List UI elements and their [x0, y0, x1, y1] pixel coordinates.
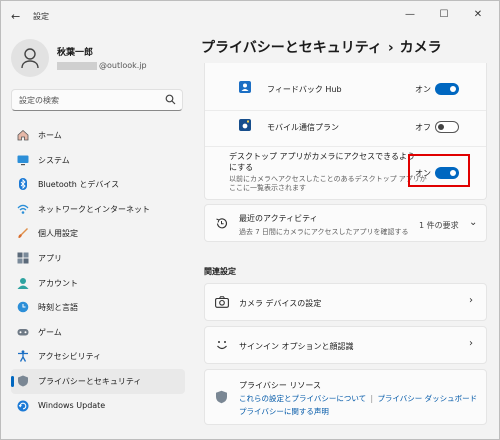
sidebar-item-label: アプリ	[38, 253, 62, 263]
mobile-plans-camera-toggle[interactable]	[435, 121, 459, 133]
sidebar-item-label: ホーム	[38, 131, 62, 140]
breadcrumb-parent[interactable]: プライバシーとセキュリティ	[201, 40, 382, 56]
sidebar-item-home[interactable]: ホーム	[11, 123, 185, 148]
privacy-dashboard-link[interactable]: プライバシー ダッシュボード	[377, 394, 477, 403]
chevron-right-icon: ›	[469, 295, 473, 306]
accessibility-icon	[18, 350, 28, 363]
bluetooth-icon	[19, 178, 27, 191]
update-icon	[17, 400, 29, 412]
app-name: フィードバック Hub	[267, 85, 342, 94]
email-redaction	[57, 61, 97, 70]
sidebar-item-label: アカウント	[38, 278, 78, 288]
home-icon	[17, 129, 29, 141]
user-email: @outlook.jp	[57, 61, 147, 70]
privacy-statement-link[interactable]: プライバシーに関する声明	[239, 407, 329, 416]
breadcrumb-separator: ›	[387, 40, 394, 56]
sidebar-item-label: ネットワークとインターネット	[38, 204, 150, 214]
toggle-state-label: オフ	[415, 123, 431, 132]
minimize-icon[interactable]: —	[395, 5, 425, 25]
recent-activity-title: 最近のアクティビティ	[239, 214, 318, 223]
feedback-hub-icon	[239, 81, 251, 93]
shield-icon	[18, 375, 28, 387]
sidebar-item-label: Windows Update	[38, 400, 106, 410]
app-row-mobile-plans: モバイル通信プラン オフ	[205, 113, 486, 143]
sidebar-item-label: プライバシーとセキュリティ	[38, 376, 142, 386]
page-title: カメラ	[399, 40, 442, 56]
link-separator: |	[370, 394, 374, 403]
user-name: 秋葉一郎	[57, 48, 94, 58]
highlight-box	[408, 154, 470, 187]
sidebar-item-accessibility[interactable]: アクセシビリティ	[11, 344, 185, 369]
close-icon[interactable]: ✕	[463, 5, 493, 25]
apps-icon	[17, 252, 29, 264]
privacy-links-line-1: これらの設定とプライバシーについて | プライバシー ダッシュボード	[239, 393, 477, 404]
divider	[205, 146, 486, 147]
person-icon	[21, 48, 39, 69]
sidebar-item-label: アクセシビリティ	[38, 352, 102, 362]
privacy-resources-title: プライバシー リソース	[239, 381, 321, 390]
sidebar-item-apps[interactable]: アプリ	[11, 246, 185, 271]
sidebar-item-label: 時刻と言語	[38, 303, 78, 313]
desktop-access-title: デスクトップ アプリがカメラにアクセスできるようにする	[229, 152, 415, 172]
related-settings-heading: 関連設定	[204, 267, 236, 276]
privacy-links-line-2: プライバシーに関する声明	[239, 406, 329, 417]
privacy-resources-card: プライバシー リソース これらの設定とプライバシーについて | プライバシー ダ…	[204, 369, 487, 425]
time-language-icon	[17, 301, 29, 313]
breadcrumb: プライバシーとセキュリティ › カメラ	[201, 37, 442, 57]
shield-outline-icon	[216, 390, 227, 404]
brush-icon	[18, 228, 28, 239]
sidebar-item-label: 個人用設定	[38, 229, 78, 239]
app-row-feedback-hub: フィードバック Hub オン	[205, 75, 486, 105]
search-placeholder: 設定の検索	[19, 96, 59, 105]
camera-icon	[215, 296, 229, 308]
sidebar-item-label: システム	[38, 155, 70, 165]
avatar	[11, 39, 49, 77]
sidebar-item-gaming[interactable]: ゲーム	[11, 320, 185, 345]
sidebar-item-windows-update[interactable]: Windows Update	[11, 394, 185, 419]
related-item-label: サインイン オプションと顔認識	[239, 342, 354, 351]
chevron-down-icon[interactable]: ⌄	[469, 217, 477, 228]
recent-activity-card[interactable]: 最近のアクティビティ 過去 7 日間にカメラにアクセスしたアプリを確認する 1 …	[204, 204, 487, 242]
network-icon	[17, 204, 29, 214]
window-title: 設定	[33, 12, 49, 21]
gaming-icon	[17, 328, 29, 336]
privacy-settings-link[interactable]: これらの設定とプライバシーについて	[239, 394, 366, 403]
sidebar-item-personalization[interactable]: 個人用設定	[11, 221, 185, 246]
feedback-hub-camera-toggle[interactable]	[435, 83, 459, 95]
sidebar-item-label: ゲーム	[38, 327, 62, 337]
history-icon	[216, 218, 228, 229]
sidebar-item-label: Bluetooth とデバイス	[38, 180, 120, 190]
request-count: 1 件の要求	[419, 221, 459, 230]
recent-activity-description: 過去 7 日間にカメラにアクセスしたアプリを確認する	[239, 228, 409, 236]
camera-device-settings-link[interactable]: カメラ デバイスの設定 ›	[204, 283, 487, 321]
sidebar-nav: ホーム システム Bluetooth とデバイス ネットワークとインターネット …	[11, 123, 185, 418]
search-input[interactable]: 設定の検索	[11, 89, 183, 111]
app-name: モバイル通信プラン	[267, 123, 339, 132]
user-profile[interactable]: 秋葉一郎 @outlook.jp	[11, 39, 191, 79]
sidebar-item-accounts[interactable]: アカウント	[11, 271, 185, 296]
sidebar-item-bluetooth[interactable]: Bluetooth とデバイス	[11, 172, 185, 197]
sidebar-item-network[interactable]: ネットワークとインターネット	[11, 197, 185, 222]
chevron-right-icon: ›	[469, 338, 473, 349]
system-icon	[17, 155, 29, 165]
face-icon	[217, 341, 227, 350]
desktop-access-description: 以前にカメラへアクセスしたことのあるデスクトップ アプリがここに一覧表示されます	[229, 175, 427, 192]
maximize-icon[interactable]: ☐	[429, 5, 459, 25]
toggle-state-label: オン	[415, 85, 431, 94]
title-bar: ← 設定 — ☐ ✕	[1, 1, 499, 31]
search-icon	[165, 94, 176, 105]
settings-window: ← 設定 — ☐ ✕ 秋葉一郎 @outlook.jp 設定の検索 ホーム シス…	[0, 0, 500, 440]
account-icon	[17, 277, 29, 289]
sidebar-item-privacy-security[interactable]: プライバシーとセキュリティ	[11, 368, 185, 394]
back-arrow-icon[interactable]: ←	[11, 10, 20, 23]
sidebar-item-system[interactable]: システム	[11, 148, 185, 173]
sidebar-item-time-language[interactable]: 時刻と言語	[11, 295, 185, 320]
divider	[205, 110, 486, 111]
mobile-plans-icon	[239, 119, 251, 131]
related-item-label: カメラ デバイスの設定	[239, 299, 322, 308]
sign-in-options-link[interactable]: サインイン オプションと顔認識 ›	[204, 326, 487, 364]
